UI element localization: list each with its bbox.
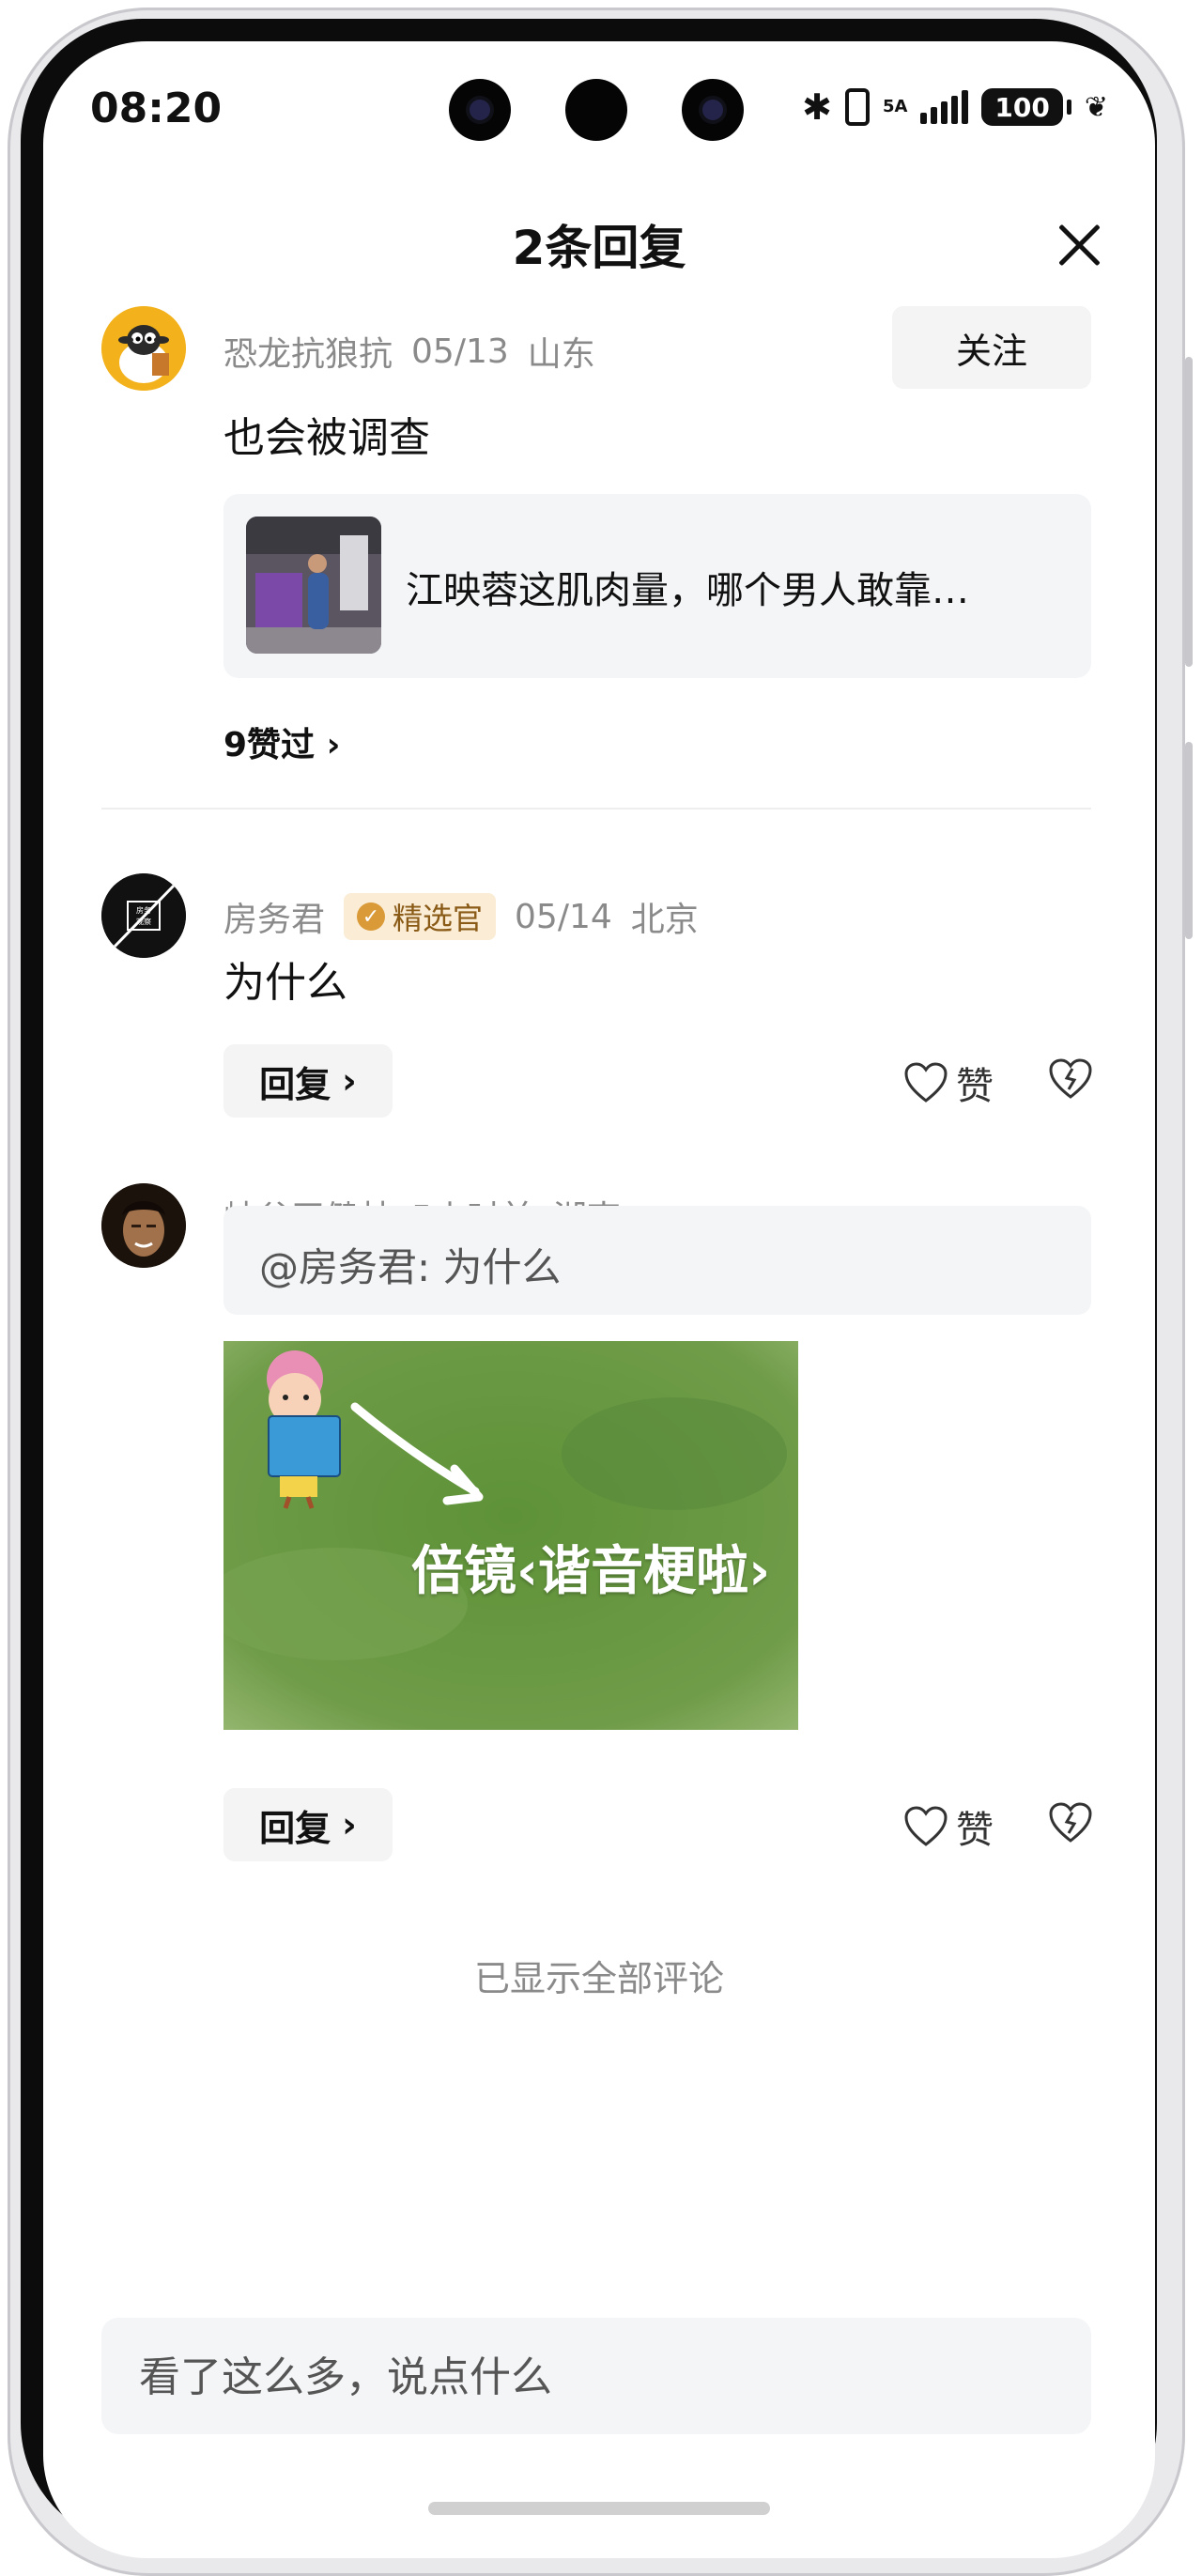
- check-badge-icon: ✓: [357, 902, 386, 931]
- status-bar: 08:20 ✱ 5A 100 ❦: [43, 41, 1155, 182]
- quote-text: @房务君: 为什么: [259, 1244, 562, 1290]
- sheep-avatar-icon: [101, 306, 186, 391]
- comment-location: 山东: [527, 335, 595, 374]
- quoted-reply: @房务君: 为什么: [223, 1206, 1091, 1315]
- heart-icon: [904, 1062, 948, 1103]
- power-button: [1185, 742, 1193, 939]
- post-title: 江映蓉这肌肉量，哪个男人敢靠…: [406, 569, 969, 612]
- close-icon[interactable]: [1054, 220, 1104, 270]
- network-type: 5A: [882, 97, 908, 116]
- avatar[interactable]: [101, 1183, 186, 1268]
- chevron-right-icon: ›: [342, 1060, 357, 1102]
- reply-location: 北京: [630, 901, 699, 939]
- bluetooth-icon: ✱: [802, 86, 832, 128]
- comment-input-box[interactable]: [101, 2318, 1091, 2436]
- meme-image[interactable]: 倍镜‹谐音梗啦›: [223, 1341, 798, 1730]
- portrait-avatar-icon: [101, 1183, 186, 1268]
- like-button[interactable]: 赞: [903, 1799, 994, 1854]
- broken-heart-icon: [1049, 1058, 1092, 1099]
- author-name[interactable]: 恐龙抗狼抗: [223, 327, 393, 376]
- chevron-right-icon: ›: [342, 1804, 357, 1845]
- follow-button[interactable]: 关注: [892, 306, 1091, 389]
- dislike-button[interactable]: [1048, 1801, 1093, 1848]
- reply-text: 为什么: [223, 959, 347, 1007]
- linked-post-card[interactable]: 江映蓉这肌肉量，哪个男人敢靠…: [223, 494, 1091, 678]
- phone-screen: 08:20 ✱ 5A 100 ❦ 2条回复 恐龙抗狼抗 05/13 山东 关注 …: [43, 41, 1155, 2558]
- like-label: 赞: [956, 1065, 994, 1108]
- avatar[interactable]: 房务 观察: [101, 873, 186, 958]
- all-comments-shown-note: 已显示全部评论: [473, 1958, 724, 1999]
- sensor-icon: [565, 79, 627, 141]
- reply-date: 05/14: [515, 897, 612, 936]
- post-thumbnail: [246, 517, 381, 654]
- author-name[interactable]: 房务君: [223, 892, 325, 941]
- dislike-button[interactable]: [1048, 1057, 1093, 1104]
- camera-icon: [449, 79, 511, 141]
- camera-icon: [682, 79, 744, 141]
- battery-level: 100: [994, 91, 1050, 123]
- page-title: 2条回复: [512, 221, 686, 275]
- reply-label: 回复: [259, 1807, 331, 1849]
- curator-badge: ✓ 精选官: [344, 893, 497, 940]
- gym-photo-icon: [246, 517, 381, 654]
- comment-text: 也会被调查: [223, 414, 430, 462]
- reply-label: 回复: [259, 1063, 331, 1105]
- meme-caption: 倍镜‹谐音梗啦›: [411, 1541, 771, 1602]
- battery-tip: [1066, 100, 1071, 115]
- likes-link[interactable]: 9赞过 ›: [223, 717, 340, 766]
- comment-meta: 恐龙抗狼抗 05/13 山东: [223, 327, 595, 376]
- like-label: 赞: [956, 1809, 994, 1852]
- home-indicator[interactable]: [428, 2502, 770, 2515]
- avatar[interactable]: [101, 306, 186, 391]
- badge-label: 精选官: [393, 901, 484, 936]
- comment-input[interactable]: [137, 2318, 1061, 2436]
- status-time: 08:20: [90, 85, 223, 132]
- status-icons: ✱ 5A 100 ❦: [802, 85, 1108, 130]
- logo-avatar-icon: 房务 观察: [101, 873, 186, 958]
- reply-meta: 房务君 ✓ 精选官 05/14 北京: [223, 892, 699, 941]
- heart-icon: [904, 1806, 948, 1846]
- signal-icon: [920, 90, 969, 124]
- volume-button: [1185, 357, 1193, 667]
- battery-icon: 100: [981, 88, 1063, 126]
- reply-button[interactable]: 回复 ›: [223, 1788, 393, 1861]
- divider: [101, 808, 1091, 810]
- vibrate-icon: [844, 88, 870, 126]
- comment-date: 05/13: [411, 332, 509, 371]
- reply-button[interactable]: 回复 ›: [223, 1044, 393, 1118]
- like-button[interactable]: 赞: [903, 1056, 994, 1110]
- leaf-icon: ❦: [1084, 90, 1108, 124]
- broken-heart-icon: [1049, 1802, 1092, 1843]
